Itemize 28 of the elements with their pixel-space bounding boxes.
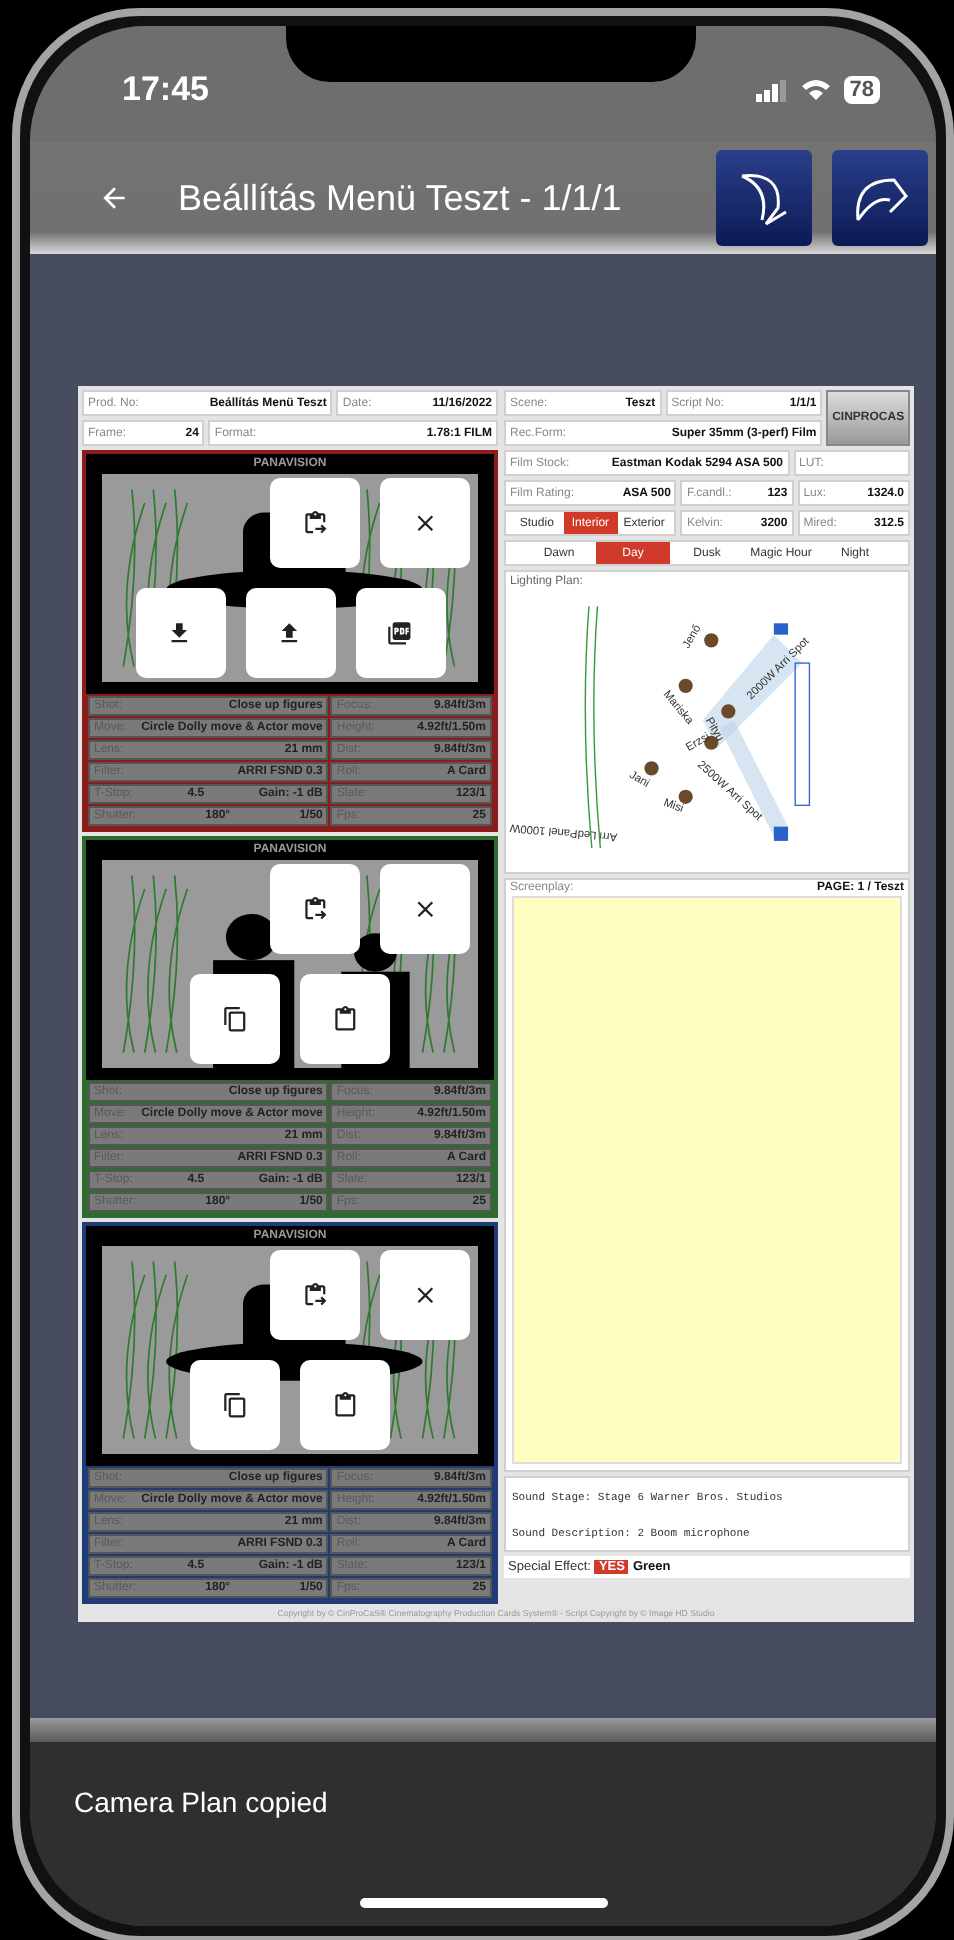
copy-button[interactable] bbox=[190, 1360, 280, 1450]
clipboard-arrow-icon bbox=[301, 509, 329, 537]
paste-button[interactable] bbox=[300, 1360, 390, 1450]
upload-button[interactable] bbox=[245, 588, 335, 678]
next-button[interactable] bbox=[832, 150, 928, 246]
status-time: 17:45 bbox=[122, 70, 209, 110]
previous-button[interactable] bbox=[716, 150, 812, 246]
clipboard-icon bbox=[331, 1391, 359, 1419]
copy-icon bbox=[221, 1391, 249, 1419]
copy-icon bbox=[221, 1005, 249, 1033]
clipboard-arrow-icon bbox=[301, 895, 329, 923]
battery-level: 78 bbox=[843, 76, 880, 104]
back-icon[interactable] bbox=[98, 182, 130, 214]
copy-to-button[interactable] bbox=[270, 864, 360, 954]
wifi-icon bbox=[799, 78, 832, 102]
copy-button[interactable] bbox=[190, 974, 280, 1064]
close-button[interactable] bbox=[380, 864, 470, 954]
download-button[interactable] bbox=[135, 588, 225, 678]
snackbar-message: Camera Plan copied bbox=[74, 1786, 330, 1818]
paste-button[interactable] bbox=[300, 974, 390, 1064]
clipboard-icon bbox=[331, 1005, 359, 1033]
copy-to-button[interactable] bbox=[270, 1250, 360, 1340]
signal-icon bbox=[755, 79, 788, 101]
pdf-button[interactable] bbox=[355, 588, 445, 678]
copy-to-button[interactable] bbox=[270, 478, 360, 568]
pdf-icon bbox=[386, 619, 414, 647]
page-title: Beállítás Menü Teszt - 1/1/1 bbox=[178, 177, 624, 219]
clipboard-arrow-icon bbox=[301, 1281, 329, 1309]
